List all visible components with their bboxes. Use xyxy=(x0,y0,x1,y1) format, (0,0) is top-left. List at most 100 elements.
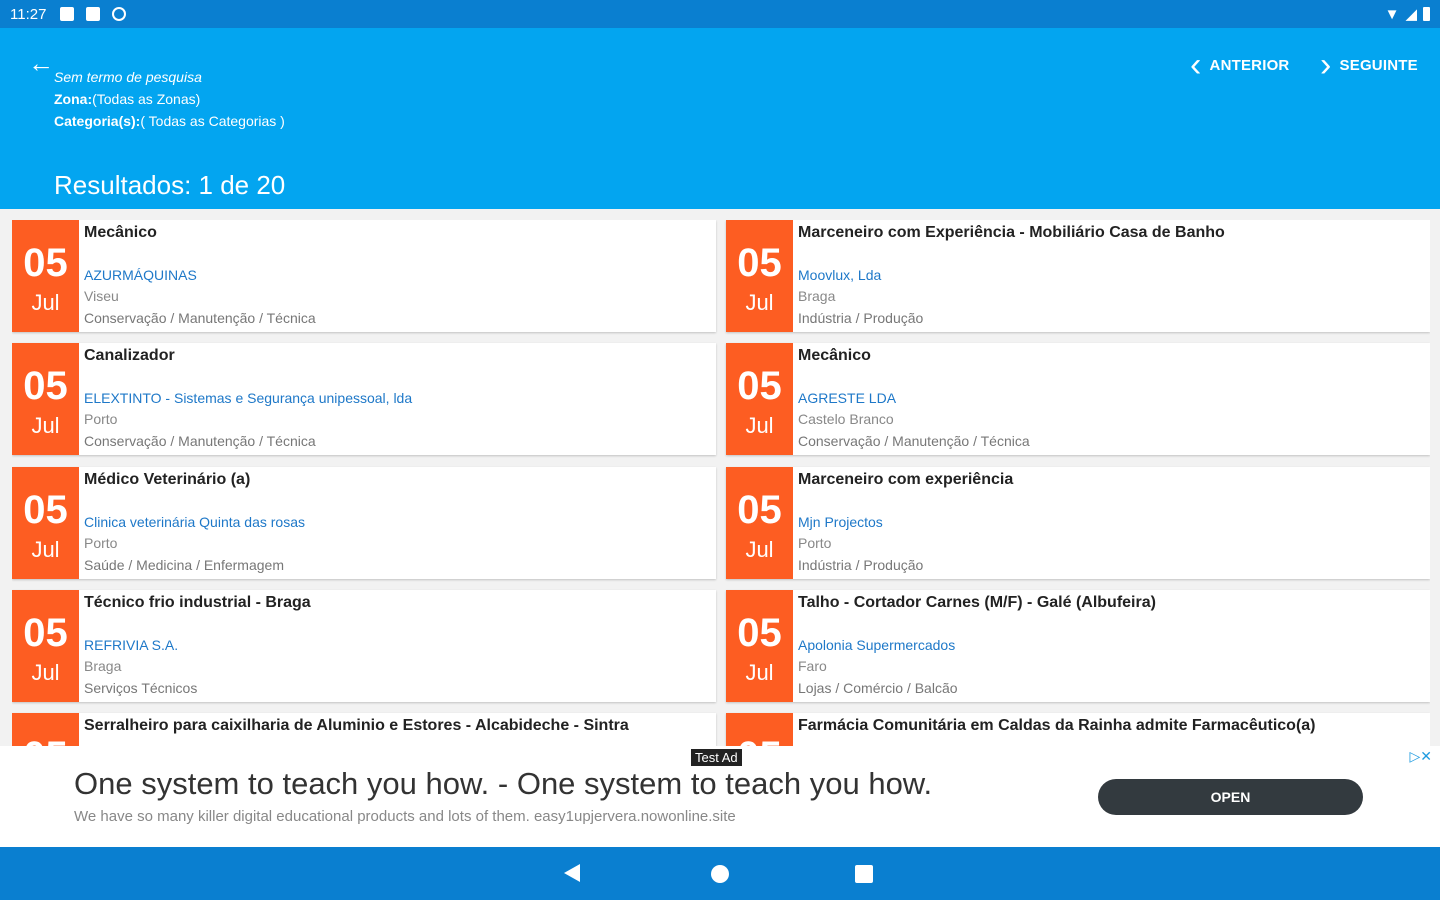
date-day: 05 xyxy=(23,611,68,655)
job-category: Lojas / Comércio / Balcão xyxy=(798,680,958,696)
category-value: ( Todas as Categorias ) xyxy=(140,113,285,129)
system-nav-bar xyxy=(0,847,1440,900)
job-company[interactable]: Moovlux, Lda xyxy=(798,264,1422,286)
job-details: Mecânico AGRESTE LDA Castelo Branco Conserv… xyxy=(798,347,1422,452)
date-month: Jul xyxy=(31,537,60,562)
date-badge: 05 Jul xyxy=(12,220,79,332)
job-company[interactable]: REFRIVIA S.A. xyxy=(84,634,708,656)
next-button[interactable]: › SEGUINTE xyxy=(1320,48,1418,82)
zone-value: (Todas as Zonas) xyxy=(92,91,201,107)
job-details: Farmácia Comunitária em Caldas da Rainha… xyxy=(798,717,1422,746)
ad-headline[interactable]: One system to teach you how. - One syste… xyxy=(74,766,932,802)
date-day: 05 xyxy=(23,364,68,408)
job-details: Médico Veterinário (a) Clinica veterinári… xyxy=(84,471,708,576)
category-label: Categoria(s): xyxy=(54,113,141,129)
job-card[interactable]: 05 Jul Médico Veterinário (a) Clinica veter… xyxy=(12,467,716,579)
job-details: Marceneiro com Experiência - Mobiliário … xyxy=(798,224,1422,329)
date-day: 05 xyxy=(737,488,782,532)
job-card[interactable]: 05Jul Serralheiro para caixilharia de Alu… xyxy=(12,713,716,746)
date-day: 05 xyxy=(726,735,793,746)
job-location: Faro xyxy=(798,658,827,674)
job-company[interactable]: ELEXTINTO - Sistemas e Segurança unipess… xyxy=(84,387,708,409)
job-card[interactable]: 05 Jul Mecânico AZURMÁQUINAS Viseu Conservaçã… xyxy=(12,220,716,332)
job-title: Talho - Cortador Carnes (M/F) - Galé (Al… xyxy=(798,594,1156,611)
nav-home-icon[interactable] xyxy=(711,865,729,883)
job-card[interactable]: 05 Jul Mecânico AGRESTE LDA Castelo Branco Co… xyxy=(726,343,1430,455)
job-location: Braga xyxy=(84,658,122,674)
job-title: Canalizador xyxy=(84,347,175,364)
job-company[interactable]: AZURMÁQUINAS xyxy=(84,264,708,286)
search-summary: Sem termo de pesquisa Zona:(Todas as Zon… xyxy=(54,66,285,132)
date-month: Jul xyxy=(31,290,60,315)
date-day: 05 xyxy=(737,241,782,285)
date-badge: 05Jul xyxy=(12,343,79,455)
job-category: Indústria / Produção xyxy=(798,310,924,326)
date-badge: 05Jul xyxy=(726,220,793,332)
job-title: Marceneiro com experiência xyxy=(798,471,1014,488)
signal-icon: ◢ xyxy=(1405,6,1417,23)
job-company[interactable]: Apolonia Supermercados xyxy=(798,634,1422,656)
date-day: 05 xyxy=(12,735,79,746)
date-badge: 05Jul xyxy=(726,343,793,455)
date-badge: 05 Jul xyxy=(12,590,79,702)
job-location: Viseu xyxy=(84,288,119,304)
job-card[interactable]: 05 Jul Técnico frio industrial - Braga REFR… xyxy=(12,590,716,702)
date-day: 05 xyxy=(737,611,782,655)
job-category: Conservação / Manutenção / Técnica xyxy=(798,433,1030,449)
job-card[interactable]: 05 Jul Canalizador ELEXTINTO - Sistemas e S… xyxy=(12,343,716,455)
ad-open-button[interactable]: OPEN xyxy=(1098,779,1363,815)
job-title: Mecânico xyxy=(798,347,871,364)
job-title: Marceneiro com Experiência - Mobiliário … xyxy=(798,224,1225,241)
date-badge: 05Jul xyxy=(726,590,793,702)
job-category: Indústria / Produção xyxy=(798,557,924,573)
job-list: 05 Jul Mecânico AZURMÁQUINAS Viseu Conservaçã… xyxy=(12,220,1430,746)
job-title: Técnico frio industrial - Braga xyxy=(84,594,311,611)
job-company[interactable]: Mjn Projectos xyxy=(798,511,1422,533)
job-location: Porto xyxy=(84,535,118,551)
next-label: SEGUINTE xyxy=(1339,56,1418,74)
accessibility-icon xyxy=(112,7,127,21)
category-filter: Categoria(s):( Todas as Categorias ) xyxy=(54,110,285,132)
back-arrow-icon[interactable]: ← xyxy=(28,50,54,76)
job-details: Talho - Cortador Carnes (M/F) - Galé (Al… xyxy=(798,594,1422,699)
job-details: Mecânico AZURMÁQUINAS Viseu Conservação / M… xyxy=(84,224,708,329)
job-card[interactable]: 05 Jul Marceneiro com experiência Mjn Proje… xyxy=(726,467,1430,579)
zone-label: Zona: xyxy=(54,91,93,107)
status-bar: 11:27 ▼ ◢ xyxy=(0,0,1440,28)
job-category: Saúde / Medicina / Enfermagem xyxy=(84,557,284,573)
chevron-right-icon: › xyxy=(1320,46,1332,84)
ad-banner[interactable]: Test Ad ▷✕ One system to teach you how. … xyxy=(0,746,1440,847)
app-bar: ← Sem termo de pesquisa Zona:(Todas as Z… xyxy=(0,28,1440,209)
test-ad-badge: Test Ad xyxy=(690,748,743,767)
job-details: Técnico frio industrial - Braga REFRIVIA … xyxy=(84,594,708,699)
previous-label: ANTERIOR xyxy=(1209,56,1290,74)
job-card[interactable]: 05 Jul Marceneiro com Experiência - Mobili… xyxy=(726,220,1430,332)
date-badge: 05Jul xyxy=(12,713,79,746)
ad-choices-icon[interactable]: ▷✕ xyxy=(1410,748,1433,765)
job-company[interactable]: Clinica veterinária Quinta das rosas xyxy=(84,511,708,533)
job-title: Serralheiro para caixilharia de Aluminio… xyxy=(84,717,629,734)
nav-recents-icon[interactable] xyxy=(855,865,873,883)
notification-icon xyxy=(60,7,75,21)
results-count: Resultados: 1 de 20 xyxy=(54,170,286,200)
job-category: Conservação / Manutenção / Técnica xyxy=(84,433,316,449)
date-badge: 05 Jul xyxy=(726,467,793,579)
battery-icon xyxy=(1423,7,1430,21)
date-day: 05 xyxy=(23,241,68,285)
date-month: Jul xyxy=(31,660,60,685)
job-category: Conservação / Manutenção / Técnica xyxy=(84,310,316,326)
job-title: Médico Veterinário (a) xyxy=(84,471,251,488)
date-badge: 05Jul xyxy=(726,713,793,746)
job-title: Mecânico xyxy=(84,224,157,241)
job-card[interactable]: 05Jul Farmácia Comunitária em Caldas da R… xyxy=(726,713,1430,746)
job-details: Canalizador ELEXTINTO - Sistemas e Segura… xyxy=(84,347,708,452)
sd-card-icon xyxy=(86,7,101,21)
job-location: Braga xyxy=(798,288,836,304)
date-month: Jul xyxy=(745,537,774,562)
search-term: Sem termo de pesquisa xyxy=(54,69,202,85)
previous-button[interactable]: ‹ ANTERIOR xyxy=(1190,48,1289,82)
job-card[interactable]: 05 Jul Talho - Cortador Carnes (M/F) - Gal… xyxy=(726,590,1430,702)
zone-filter: Zona:(Todas as Zonas) xyxy=(54,88,285,110)
nav-back-icon[interactable] xyxy=(564,864,580,882)
job-company[interactable]: AGRESTE LDA xyxy=(798,387,1422,409)
